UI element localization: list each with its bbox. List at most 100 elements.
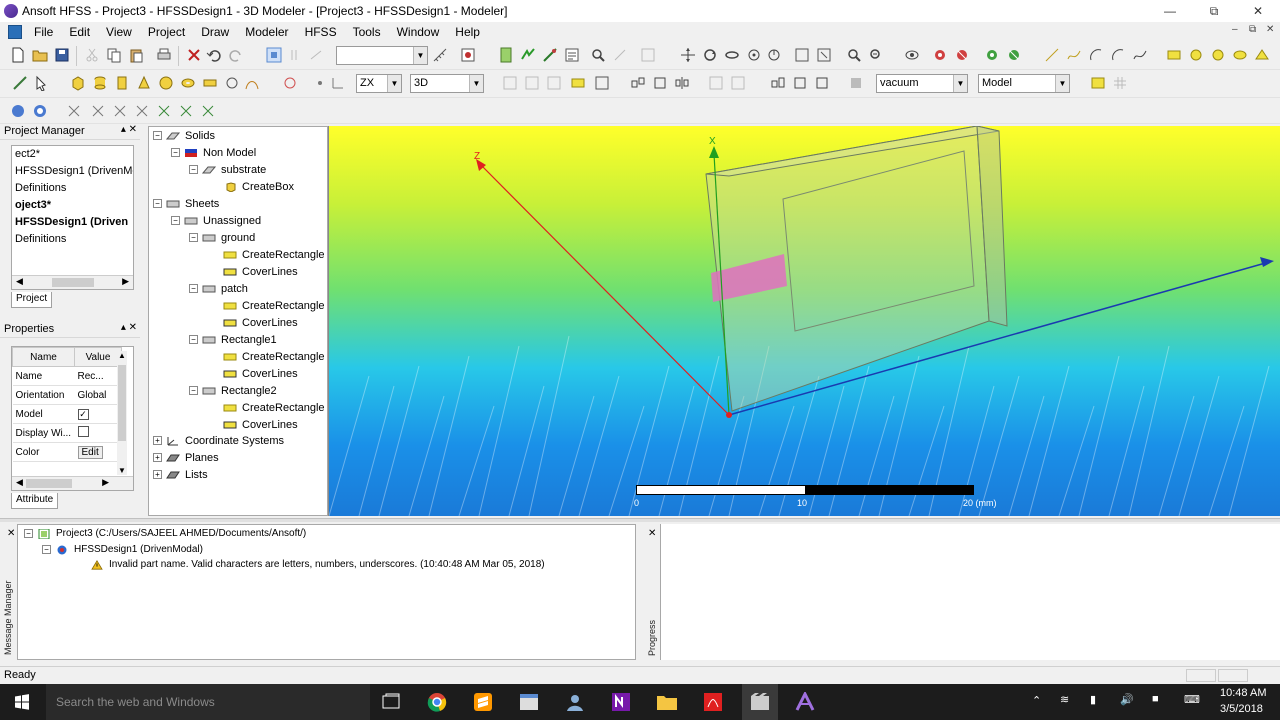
menu-draw[interactable]: Draw — [193, 25, 237, 39]
zoom-in-icon[interactable] — [794, 47, 810, 63]
expand-icon[interactable]: + — [153, 453, 162, 462]
orient-icon[interactable] — [766, 47, 782, 63]
draw-spiral-icon[interactable] — [224, 75, 240, 91]
model-canvas[interactable] — [329, 126, 1280, 516]
notifications-icon[interactable]: ■ — [1152, 693, 1159, 705]
analyze-icon[interactable] — [520, 47, 536, 63]
collapse-icon[interactable]: − — [189, 284, 198, 293]
new-icon[interactable] — [10, 47, 26, 63]
tree-node-cover-lines[interactable]: CoverLines — [223, 365, 298, 382]
fit-icon[interactable] — [612, 47, 628, 63]
mdi-close-icon[interactable]: ✕ — [1266, 24, 1274, 35]
measure-area-icon[interactable] — [200, 103, 216, 119]
close-button[interactable]: ✕ — [1236, 0, 1280, 22]
splitter[interactable] — [0, 518, 1280, 522]
rotate-obj-icon[interactable] — [652, 75, 668, 91]
pm-item-definitions-p2[interactable]: Definitions — [12, 180, 133, 197]
zoom-box-icon[interactable] — [816, 47, 832, 63]
hide-selection-icon[interactable] — [954, 47, 970, 63]
collapse-icon[interactable]: − — [171, 148, 180, 157]
msg-warning[interactable]: Invalid part name. Valid characters are … — [90, 556, 545, 573]
menu-window[interactable]: Window — [389, 25, 448, 39]
menu-hfss[interactable]: HFSS — [297, 25, 345, 39]
rotate-axis-icon[interactable] — [724, 47, 740, 63]
file-explorer-icon[interactable] — [656, 692, 678, 712]
video-editor-icon[interactable] — [749, 692, 771, 712]
clock-time[interactable]: 10:48 AM — [1220, 687, 1266, 699]
mdi-restore-icon[interactable]: ⧉ — [1249, 24, 1256, 35]
volume-icon[interactable]: 🔊 — [1120, 693, 1134, 706]
tree-node-create-rectangle[interactable]: CreateRectangle — [223, 399, 325, 416]
tree-node-sheets[interactable]: − Sheets — [153, 195, 219, 212]
scroll-down-icon[interactable]: ▼ — [118, 466, 126, 475]
menu-help[interactable]: Help — [447, 25, 488, 39]
prop-row-color[interactable]: Color Edit — [12, 442, 122, 462]
hfss-taskbar-icon[interactable] — [794, 692, 816, 712]
move-icon[interactable] — [630, 75, 646, 91]
record-icon[interactable] — [460, 47, 476, 63]
acrobat-icon[interactable] — [702, 692, 724, 712]
zoom-area-icon[interactable] — [590, 47, 606, 63]
axis-icon[interactable] — [66, 103, 82, 119]
view-options-2-icon[interactable] — [1006, 47, 1022, 63]
msg-project[interactable]: − Project3 (C:/Users/SAJEEL AHMED/Docume… — [24, 525, 306, 542]
scroll-right-icon[interactable]: ▶ — [122, 276, 129, 287]
global-cs-icon[interactable] — [134, 103, 150, 119]
menu-tools[interactable]: Tools — [345, 25, 389, 39]
grid-icon[interactable] — [1090, 75, 1106, 91]
undo-icon[interactable] — [206, 47, 222, 63]
tab-project[interactable]: Project — [11, 292, 53, 308]
excitation-icon[interactable] — [32, 103, 48, 119]
zoom-icon[interactable] — [846, 47, 862, 63]
plane-combo[interactable]: ZX ▼ — [356, 74, 402, 93]
pm-item-project3[interactable]: oject3* — [12, 197, 133, 214]
search-box[interactable]: Search the web and Windows — [46, 684, 370, 720]
grid-settings-icon[interactable] — [1112, 75, 1128, 91]
clock-date[interactable]: 3/5/2018 — [1220, 703, 1263, 715]
duplicate-2-icon[interactable] — [730, 75, 746, 91]
collapse-icon[interactable]: − — [189, 335, 198, 344]
tree-node-planes[interactable]: + Planes — [153, 449, 219, 466]
scroll-thumb[interactable] — [118, 365, 126, 441]
tree-node-coordinate-systems[interactable]: + Coordinate Systems — [153, 432, 284, 449]
point-icon[interactable] — [312, 75, 328, 91]
scroll-right-icon[interactable]: ▶ — [102, 477, 109, 488]
print-icon[interactable] — [156, 47, 172, 63]
tree-node-patch[interactable]: − patch — [189, 280, 248, 297]
view-options-icon[interactable] — [984, 47, 1000, 63]
wireframe-checkbox[interactable] — [77, 426, 89, 437]
object-cs-icon[interactable] — [112, 103, 128, 119]
select-face-icon[interactable] — [288, 47, 304, 63]
rotate-icon[interactable] — [702, 47, 718, 63]
results-icon[interactable] — [542, 47, 558, 63]
face-cs-icon[interactable] — [90, 103, 106, 119]
model-checkbox[interactable]: ✓ — [77, 408, 89, 420]
tree-node-ground[interactable]: − ground — [189, 229, 255, 246]
document-icon[interactable] — [8, 25, 22, 39]
paste-icon[interactable] — [128, 47, 144, 63]
show-hide-icon[interactable] — [904, 47, 920, 63]
tree-node-lists[interactable]: + Lists — [153, 466, 208, 483]
tab-attribute[interactable]: Attribute — [11, 493, 59, 509]
prop-value[interactable]: Rec... — [74, 366, 122, 386]
model-tree-icon[interactable] — [12, 75, 28, 91]
draw-torus-icon[interactable] — [180, 75, 196, 91]
draw-line-icon[interactable] — [1044, 47, 1060, 63]
collapse-icon[interactable]: − — [189, 233, 198, 242]
selection-filter-combo[interactable]: ▼ — [336, 46, 428, 65]
scroll-left-icon[interactable]: ◀ — [16, 477, 23, 488]
menu-file[interactable]: File — [26, 25, 61, 39]
pan-icon[interactable] — [680, 47, 696, 63]
subtract-icon[interactable] — [524, 75, 540, 91]
draw-box-icon[interactable] — [70, 75, 86, 91]
mdi-minimize-icon[interactable]: – — [1232, 24, 1238, 35]
menu-edit[interactable]: Edit — [61, 25, 98, 39]
redo-icon[interactable] — [228, 47, 244, 63]
collapse-icon[interactable]: − — [189, 165, 198, 174]
tree-node-rectangle1[interactable]: − Rectangle1 — [189, 331, 277, 348]
props-vertical-scrollbar[interactable]: ▲ ▼ — [117, 351, 127, 475]
draw-regular-polygon-icon[interactable] — [1210, 47, 1226, 63]
dimension-combo[interactable]: 3D ▼ — [410, 74, 484, 93]
draw-circle-icon[interactable] — [1188, 47, 1204, 63]
sweep-icon[interactable] — [792, 75, 808, 91]
